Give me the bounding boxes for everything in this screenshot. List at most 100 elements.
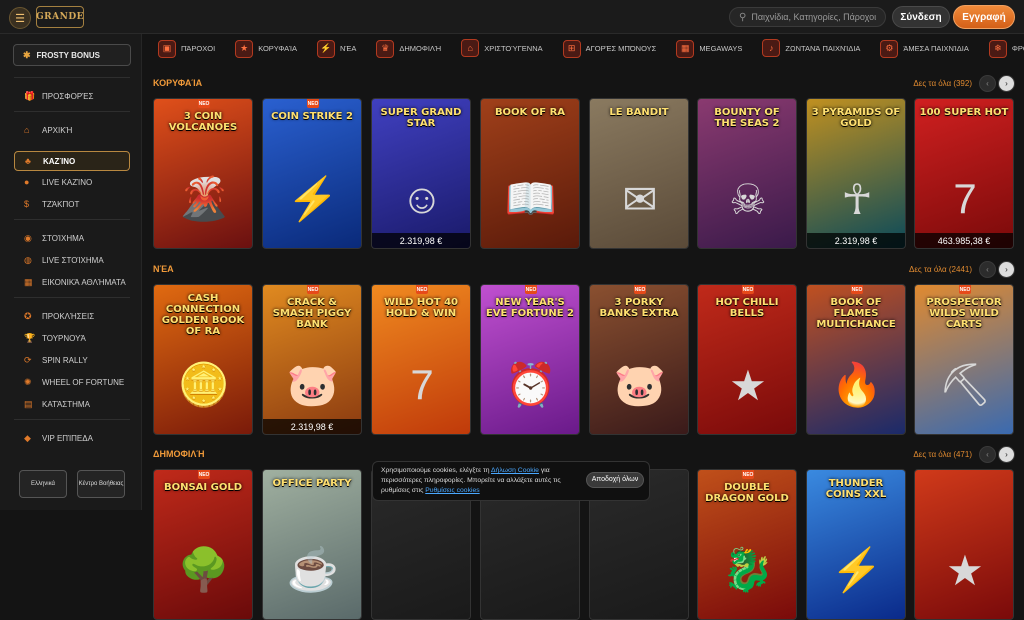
game-emblem-icon	[392, 540, 452, 600]
category-tab[interactable]: ❄ Φρο	[983, 35, 1024, 63]
see-all-link[interactable]: Δες τα όλα (392)	[880, 79, 972, 88]
sidebar-item[interactable]: ▤ Κατάστημα	[14, 395, 130, 413]
next-arrow-icon[interactable]: ›	[998, 446, 1015, 463]
game-card[interactable]: ☥ 3 PYRAMIDS OF GOLD 2.319,98 €	[806, 98, 906, 249]
game-card[interactable]: ☕ OFFICE PARTY	[262, 469, 362, 620]
cookie-text-part: Χρησιμοποιούμε cookies, ελέγξτε τη	[381, 467, 492, 474]
new-badge: ΝΕΟ	[307, 285, 319, 294]
section-title: Νέα	[153, 264, 174, 274]
category-tab[interactable]: ♛ Δημοφιλή	[370, 35, 441, 63]
sidebar-divider	[14, 297, 130, 298]
category-tab[interactable]: ⌂ Χριστούγεννα	[455, 34, 543, 62]
sidebar-item[interactable]: ⌂ Αρχική	[14, 121, 130, 139]
game-emblem-icon: 🌋	[177, 174, 231, 222]
ball-icon: ◉	[24, 232, 32, 243]
previous-arrow-icon[interactable]: ‹	[979, 446, 996, 463]
language-button[interactable]: Ελληνικά	[19, 470, 67, 498]
sidebar-item-label: Live Στοίχημα	[42, 255, 104, 265]
game-emblem-icon: 🔥	[830, 360, 884, 408]
sidebar-item[interactable]: ♣ Καζίνο	[14, 151, 130, 171]
game-card[interactable]: ⚡ COIN STRIKE 2 ΝΕΟ	[262, 98, 362, 249]
sidebar-item-label: Τουρνουά	[42, 333, 86, 343]
category-tab[interactable]: ★ Κορυφαία	[229, 35, 297, 63]
previous-arrow-icon[interactable]: ‹	[979, 261, 996, 278]
previous-arrow-icon[interactable]: ‹	[979, 75, 996, 92]
sidebar-item[interactable]: ◉ Στοίχημα	[14, 229, 130, 247]
sidebar-item[interactable]: ◍ Live Στοίχημα	[14, 251, 130, 269]
game-card[interactable]: 7 WILD HOT 40 HOLD & WIN ΝΕΟ	[371, 284, 471, 435]
game-card[interactable]: 7 100 SUPER HOT 463.985,38 €	[914, 98, 1014, 249]
game-title: BOOK OF FLAMES MULTICHANCE	[816, 297, 896, 330]
game-title: DOUBLE DRAGON GOLD	[705, 482, 789, 504]
game-card[interactable]: 🌋 3 COIN VOLCANOES ΝΕΟ	[153, 98, 253, 249]
sidebar-item[interactable]: ▦ Εικονικά Αθλήματα	[14, 273, 130, 291]
category-icon: ♛	[376, 39, 395, 58]
game-emblem-icon: ☺	[400, 175, 444, 222]
game-title: THUNDER COINS XXL	[825, 478, 887, 500]
next-arrow-icon[interactable]: ›	[998, 261, 1015, 278]
game-card[interactable]: ⛏ PROSPECTOR WILDS WILD CARTS ΝΕΟ	[914, 284, 1014, 435]
sidebar-item[interactable]: $ Τζάκποτ	[14, 195, 130, 213]
new-badge: ΝΕΟ	[525, 285, 537, 294]
game-card[interactable]: 🌳 BONSAI GOLD ΝΕΟ	[153, 469, 253, 620]
category-label: Άμεσα Παιχνίδια	[903, 44, 969, 53]
sidebar-item[interactable]: ⟳ Spin Rally	[14, 351, 130, 369]
new-badge: ΝΕΟ	[307, 99, 319, 108]
game-card[interactable]: 🔥 BOOK OF FLAMES MULTICHANCE ΝΕΟ	[806, 284, 906, 435]
sidebar-item[interactable]: ✪ Προκλήσεις	[14, 307, 130, 325]
jackpot-amount: 2.319,98 €	[372, 233, 470, 248]
category-tab[interactable]: ⚡ Νέα	[311, 35, 356, 63]
login-button[interactable]: Σύνδεση	[892, 6, 950, 28]
category-icon: ▣	[158, 39, 176, 58]
jackpot-amount: 463.985,38 €	[915, 233, 1013, 248]
new-badge: ΝΕΟ	[416, 285, 428, 294]
game-title: 100 SUPER HOT	[919, 107, 1009, 118]
category-tab[interactable]: ▣ Πάροχοι	[152, 35, 215, 63]
game-card[interactable]: 🐷 3 PORKY BANKS EXTRA ΝΕΟ	[589, 284, 689, 435]
category-tab[interactable]: ⊞ Αγορές Μπόνους	[557, 35, 656, 63]
category-label: Δημοφιλή	[399, 44, 442, 53]
new-badge: ΝΕΟ	[198, 99, 210, 108]
category-tab[interactable]: ♪ Ζωντανά Παιχνίδια	[756, 34, 860, 62]
search-box[interactable]: ⚲	[729, 7, 886, 27]
game-title: BOUNTY OF THE SEAS 2	[714, 107, 780, 129]
category-icon: ♪	[762, 39, 781, 57]
help-center-button[interactable]: Κέντρο Βοήθειας	[77, 470, 125, 498]
category-tab[interactable]: ▦ Megaways	[670, 35, 742, 63]
accept-cookies-button[interactable]: Αποδοχή όλων	[586, 472, 644, 488]
sidebar-item[interactable]: ◆ VIP Επίπεδα	[14, 429, 130, 447]
search-input[interactable]	[751, 12, 882, 22]
logo[interactable]: GRANDE	[36, 6, 84, 28]
next-arrow-icon[interactable]: ›	[998, 75, 1015, 92]
cookie-settings-link[interactable]: Ρυθμίσεις cookies	[425, 487, 479, 494]
game-card[interactable]: ☠ BOUNTY OF THE SEAS 2	[697, 98, 797, 249]
sidebar-item[interactable]: 🏆 Τουρνουά	[14, 329, 130, 347]
game-card[interactable]: 🪙 CASH CONNECTION GOLDEN BOOK OF RA	[153, 284, 253, 435]
sidebar-item-label: Αρχική	[42, 125, 73, 135]
register-button[interactable]: Εγγραφή	[953, 5, 1015, 29]
game-emblem-icon: ⛏	[938, 360, 992, 408]
game-card[interactable]: ☺ SUPER GRAND STAR 2.319,98 €	[371, 98, 471, 249]
game-card[interactable]: 🐷 CRACK & SMASH PIGGY BANK ΝΕΟ 2.319,98 €	[262, 284, 362, 435]
cookie-policy-link[interactable]: Δήλωση Cookie	[491, 467, 539, 474]
frosty-bonus-button[interactable]: ✱ FROSTY BONUS	[13, 44, 131, 66]
game-card[interactable]: 📖 BOOK OF RA	[480, 98, 580, 249]
live-casino-icon: ●	[24, 177, 30, 187]
sidebar-item[interactable]: ● Live Καζίνο	[14, 173, 130, 191]
category-tab[interactable]: ⚙ Άμεσα Παιχνίδια	[874, 35, 969, 63]
game-card[interactable]: ✉ LE BANDIT	[589, 98, 689, 249]
game-card[interactable]: ⏰ NEW YEAR'S EVE FORTUNE 2 ΝΕΟ	[480, 284, 580, 435]
category-label: Ζωντανά Παιχνίδια	[785, 43, 861, 53]
game-card[interactable]: ★ HOT CHILLI BELLS ΝΕΟ	[697, 284, 797, 435]
sidebar-item[interactable]: ✺ Wheel of Fortune	[14, 373, 130, 391]
game-card[interactable]: ★	[914, 469, 1014, 620]
sidebar-divider	[14, 111, 130, 112]
sidebar-item[interactable]: 🎁 Προσφορές	[14, 87, 130, 105]
category-icon: ⊞	[562, 39, 581, 58]
see-all-link[interactable]: Δες τα όλα (2441)	[880, 265, 972, 274]
see-all-link[interactable]: Δες τα όλα (471)	[880, 450, 972, 459]
game-emblem-icon: 7	[953, 175, 977, 222]
menu-icon[interactable]: ☰	[9, 7, 31, 29]
game-card[interactable]: ⚡ THUNDER COINS XXL	[806, 469, 906, 620]
game-card[interactable]: 🐉 DOUBLE DRAGON GOLD ΝΕΟ	[697, 469, 797, 620]
